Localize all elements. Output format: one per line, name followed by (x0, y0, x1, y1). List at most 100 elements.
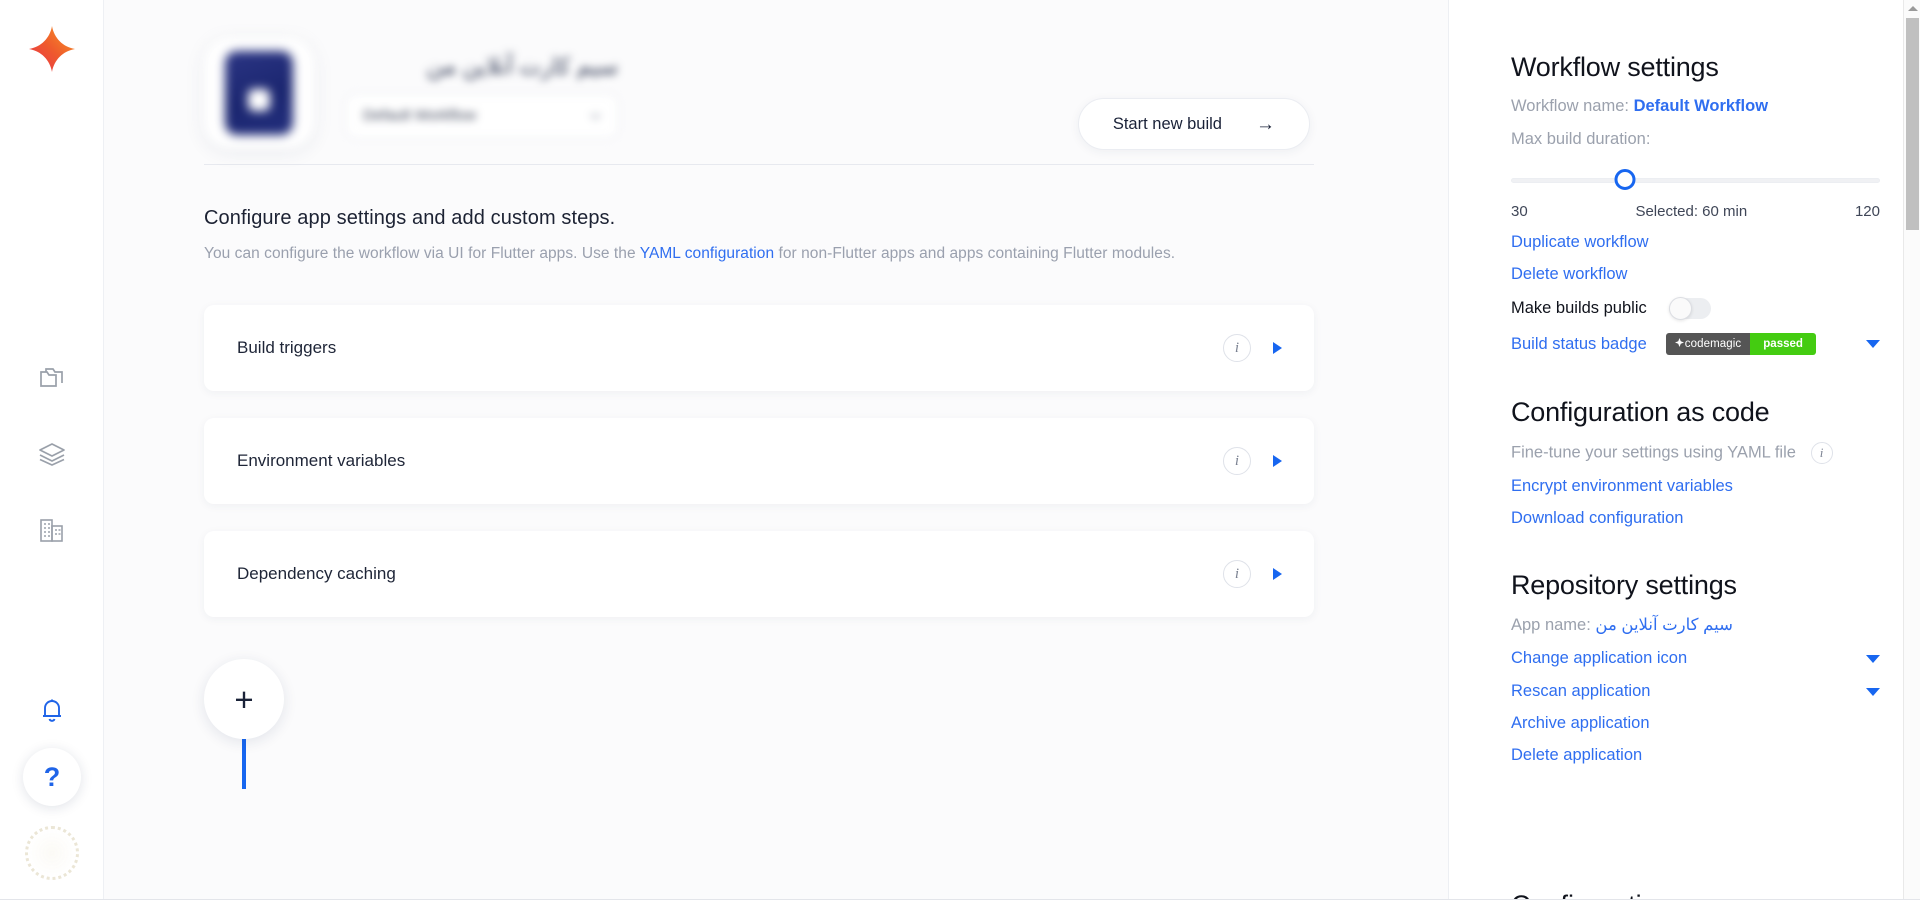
configuration-as-code-title: Configuration as code (1511, 397, 1770, 427)
chevron-right-icon[interactable] (1273, 455, 1282, 467)
page-title: سیم کارت آنلاین من (426, 52, 618, 79)
main-content: سیم کارت آنلاین من Default Workflow Star… (104, 0, 1448, 903)
rail-primary-nav (0, 340, 104, 568)
subtitle-post: for non-Flutter apps and apps containing… (774, 245, 1176, 262)
card-label: Build triggers (237, 338, 337, 357)
sidebar-item-builds[interactable] (0, 416, 104, 492)
app-name-label: App name: (1511, 616, 1591, 634)
workflow-name-label: Workflow name: (1511, 97, 1629, 115)
slider-min-label: 30 (1511, 203, 1528, 220)
app-meta: سیم کارت آنلاین من Default Workflow (346, 49, 618, 138)
user-avatar[interactable] (25, 826, 79, 880)
status-badge[interactable]: codemagic passed (1665, 333, 1816, 355)
build-status-badge-row: Build status badge codemagic passed (1511, 333, 1880, 355)
delete-workflow-link[interactable]: Delete workflow (1511, 265, 1880, 284)
configure-section-header: Configure app settings and add custom st… (104, 165, 1448, 263)
start-new-build-button[interactable]: Start new build → (1077, 98, 1310, 150)
chevron-right-icon[interactable] (1273, 342, 1282, 354)
page-scrollbar[interactable] (1903, 0, 1920, 903)
chevron-right-icon[interactable] (1273, 568, 1282, 580)
toggle-knob (1668, 297, 1692, 320)
archive-application-link[interactable]: Archive application (1511, 714, 1880, 733)
make-builds-public-row: Make builds public (1511, 297, 1880, 320)
workflow-settings-title: Workflow settings (1511, 52, 1719, 82)
badge-expand-caret-icon[interactable] (1866, 340, 1880, 348)
help-label: ? (43, 761, 61, 792)
change-application-icon-link[interactable]: Change application icon (1511, 649, 1687, 668)
folders-icon (39, 366, 65, 390)
info-icon[interactable]: i (1223, 334, 1251, 362)
slider-labels: 30 Selected: 60 min 120 (1511, 203, 1880, 220)
bell-icon (40, 697, 64, 723)
info-icon[interactable]: i (1810, 442, 1833, 464)
app-header: سیم کارت آنلاین من Default Workflow Star… (104, 0, 1448, 150)
chevron-down-icon (590, 107, 601, 124)
max-build-duration-label: Max build duration: (1511, 130, 1651, 148)
status-badge-left-label: codemagic (1684, 338, 1742, 350)
make-builds-public-toggle[interactable] (1668, 297, 1711, 320)
notifications-button[interactable] (0, 672, 104, 748)
configuration-as-code-subtitle-text: Fine-tune your settings using YAML file (1511, 443, 1796, 462)
slider-selected-label: Selected: 60 min (1635, 203, 1748, 220)
max-build-duration-slider[interactable] (1511, 169, 1880, 191)
help-button[interactable]: ? (23, 748, 81, 806)
card-build-triggers[interactable]: Build triggers i (204, 305, 1314, 391)
build-status-badge-link[interactable]: Build status badge (1511, 335, 1647, 354)
sidebar-item-teams[interactable] (0, 492, 104, 568)
status-badge-left: codemagic (1665, 333, 1751, 355)
card-environment-variables[interactable]: Environment variables i (204, 418, 1314, 504)
configuration-as-code-section: Configuration as code Fine-tune your set… (1511, 397, 1880, 528)
settings-card-list: Build triggers i Environment variables i… (204, 305, 1314, 617)
download-configuration-link[interactable]: Download configuration (1511, 509, 1880, 528)
info-icon[interactable]: i (1223, 447, 1251, 475)
app-icon (204, 38, 314, 148)
layers-icon (38, 442, 66, 466)
add-step-button[interactable]: + (204, 659, 284, 739)
subtitle-pre: You can configure the workflow via UI fo… (204, 245, 640, 262)
configure-section-title: Configure app settings and add custom st… (204, 207, 616, 229)
repository-settings-section: Repository settings App name: سیم کارت آ… (1511, 570, 1880, 765)
encrypt-environment-variables-link[interactable]: Encrypt environment variables (1511, 477, 1880, 496)
rescan-application-link[interactable]: Rescan application (1511, 682, 1650, 701)
rescan-application-row: Rescan application (1511, 682, 1880, 701)
delete-application-link[interactable]: Delete application (1511, 746, 1880, 765)
workflow-name-value[interactable]: Default Workflow (1634, 97, 1768, 115)
plus-icon: + (234, 680, 254, 718)
app-name-value: سیم کارت آنلاین من (1595, 616, 1733, 634)
chevron-down-icon[interactable] (1866, 654, 1880, 663)
slider-max-label: 120 (1854, 203, 1880, 220)
settings-side-panel: Workflow settings Workflow name: Default… (1448, 0, 1920, 903)
info-icon[interactable]: i (1223, 560, 1251, 588)
make-builds-public-label: Make builds public (1511, 299, 1647, 317)
left-nav-rail: ? (0, 0, 104, 903)
card-dependency-caching[interactable]: Dependency caching i (204, 531, 1314, 617)
workflow-name-row: Workflow name: Default Workflow (1511, 97, 1880, 116)
duplicate-workflow-link[interactable]: Duplicate workflow (1511, 233, 1880, 252)
chevron-down-icon[interactable] (1866, 687, 1880, 696)
scroll-up-arrow-icon[interactable] (1904, 0, 1920, 17)
repository-settings-title: Repository settings (1511, 570, 1737, 600)
page-root: ? سیم کارت آنلاین من Default Workflow St… (0, 0, 1920, 903)
sidebar-item-apps[interactable] (0, 340, 104, 416)
workflow-select-value: Default Workflow (363, 107, 477, 124)
change-application-icon-row: Change application icon (1511, 649, 1880, 668)
card-label: Environment variables (237, 451, 406, 470)
configuration-as-code-subtitle: Fine-tune your settings using YAML file … (1511, 442, 1880, 464)
app-name-row: App name: سیم کارت آنلاین من (1511, 615, 1880, 635)
scrollbar-thumb[interactable] (1906, 18, 1919, 230)
rail-secondary-nav: ? (0, 672, 104, 880)
workflow-select[interactable]: Default Workflow (346, 93, 618, 138)
slider-knob[interactable] (1614, 169, 1636, 190)
codemagic-star-logo-icon[interactable] (27, 24, 77, 74)
add-step-zone: + (204, 659, 1448, 789)
card-label: Dependency caching (237, 564, 396, 583)
yaml-configuration-link[interactable]: YAML configuration (640, 245, 774, 262)
arrow-right-icon: → (1256, 113, 1275, 135)
slider-track (1511, 178, 1880, 183)
configure-section-subtitle: You can configure the workflow via UI fo… (204, 245, 1448, 263)
window-bottom-edge (0, 899, 1920, 903)
step-connector-line (242, 739, 246, 789)
status-badge-right-label: passed (1750, 333, 1816, 355)
codemagic-diamond-icon (1674, 338, 1684, 350)
buildings-icon (39, 518, 65, 543)
